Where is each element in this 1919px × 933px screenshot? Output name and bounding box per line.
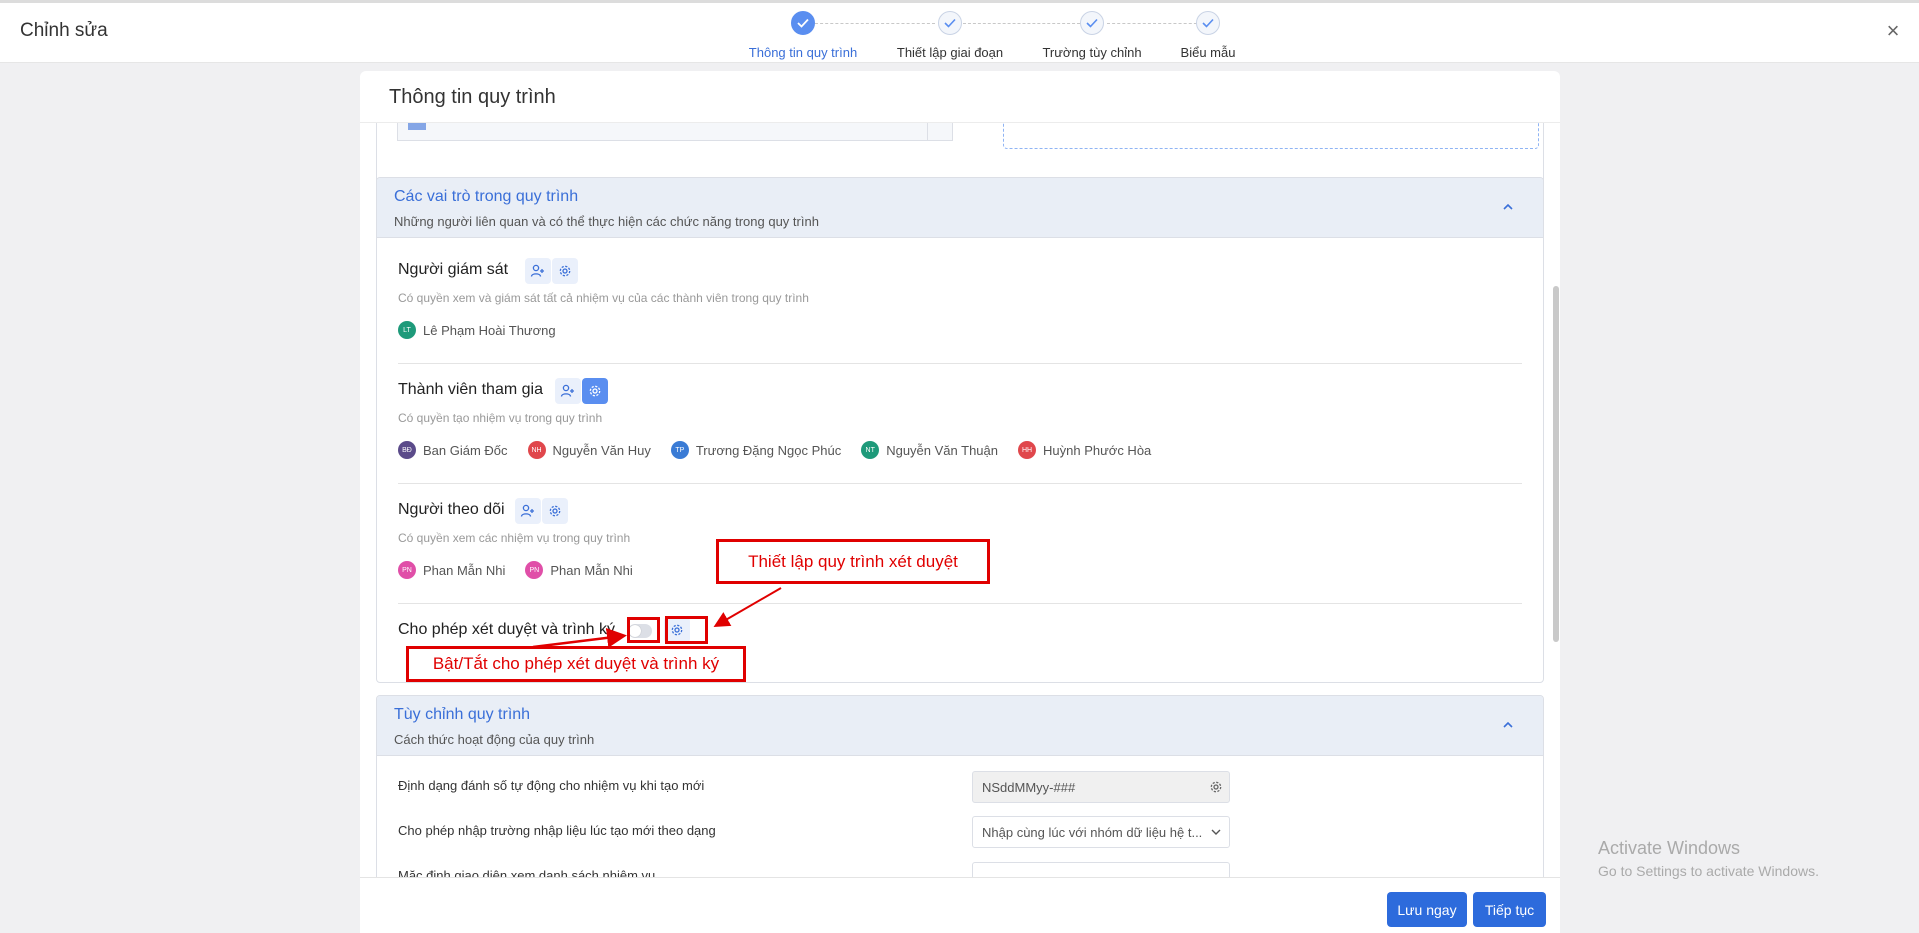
windows-activation-watermark: Activate Windows Go to Settings to activ… [1598,838,1819,879]
annotation-arrows [532,587,782,649]
watermark-title: Activate Windows [1598,838,1741,858]
watermark-subtitle: Go to Settings to activate Windows. [1598,863,1819,879]
